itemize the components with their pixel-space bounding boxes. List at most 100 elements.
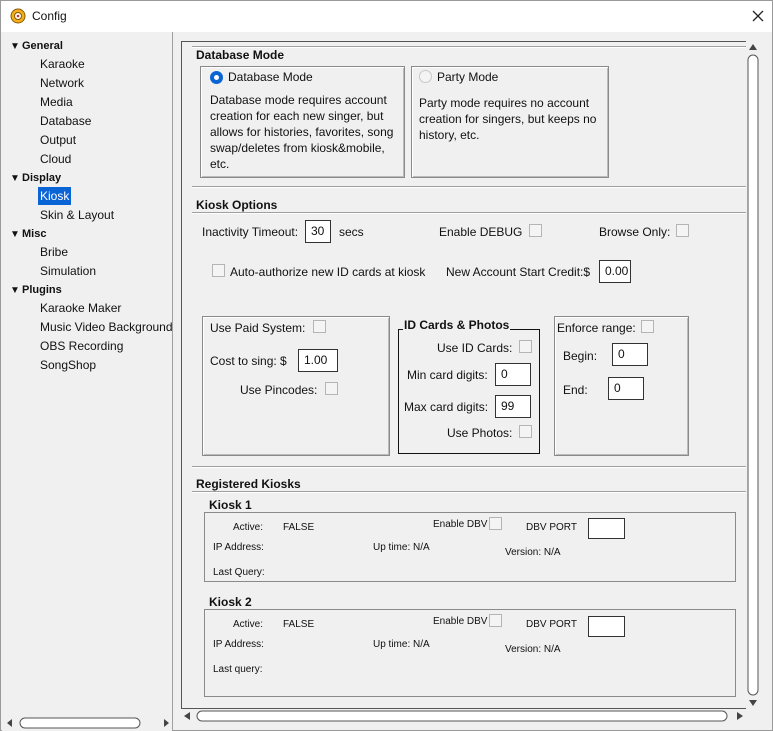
use-photos-checkbox[interactable] [519,425,532,438]
enable-dbv-checkbox[interactable] [489,517,502,530]
sidebar-item-cloud[interactable]: Cloud [38,150,73,168]
range-begin-input[interactable]: 0 [612,343,648,366]
enable-dbv-checkbox[interactable] [489,614,502,627]
min-card-digits-label: Min card digits: [407,368,488,382]
divider [192,46,757,48]
ip-address-label: IP Address: [213,639,264,650]
divider [192,186,757,188]
min-card-digits-input[interactable]: 0 [495,363,531,386]
enable-dbv-label: Enable DBV [433,519,488,530]
use-id-cards-checkbox[interactable] [519,340,532,353]
title-bar: Config [1,1,772,32]
last-query-label: Last query: [213,664,263,675]
kiosk-options-title: Kiosk Options [196,198,278,212]
sidebar-item-karaoke[interactable]: Karaoke [38,55,87,73]
window-title: Config [32,9,67,23]
sidebar-item-songshop[interactable]: SongShop [38,356,98,374]
start-credit-input[interactable]: 0.00 [599,260,631,283]
kiosk-1-panel: Active: FALSE Enable DBV DBV PORT IP Add… [204,512,736,582]
use-paid-system-checkbox[interactable] [313,320,326,333]
last-query-label: Last Query: [213,567,265,578]
divider [192,491,757,493]
cost-to-sing-input[interactable]: 1.00 [298,349,338,372]
id-cards-group: Use ID Cards: Min card digits: 0 Max car… [398,329,540,454]
range-begin-label: Begin: [563,349,598,363]
sidebar-horizontal-scrollbar[interactable] [5,716,171,730]
settings-tree[interactable]: ▼ General Karaoke Network Media Database … [2,32,172,712]
enable-debug-checkbox[interactable] [529,224,542,237]
version-label: Version: N/A [505,644,561,655]
sidebar-item-database[interactable]: Database [38,112,93,130]
browse-only-label: Browse Only: [599,225,671,239]
sidebar-item-bribe[interactable]: Bribe [38,243,70,261]
kiosk-2-panel: Active: FALSE Enable DBV DBV PORT IP Add… [204,609,736,697]
enable-debug-label: Enable DEBUG [439,225,523,239]
cost-to-sing-label: Cost to sing: $ [210,354,287,368]
sidebar-item-output[interactable]: Output [38,131,78,149]
sidebar-item-music-video-background[interactable]: Music Video Background [38,318,172,336]
sidebar-item-media[interactable]: Media [38,93,75,111]
content-horizontal-scrollbar[interactable] [181,709,746,723]
database-mode-description: Database mode requires account creation … [210,93,394,171]
sidebar-item-simulation[interactable]: Simulation [38,262,98,280]
party-mode-option[interactable]: Party Mode Party mode requires no accoun… [411,66,609,178]
kiosk-active-value: FALSE [283,522,315,533]
database-mode-label[interactable]: Database Mode [228,70,313,84]
auto-authorize-label: Auto-authorize new ID cards at kiosk [230,265,426,279]
divider [192,466,757,468]
range-end-label: End: [563,383,588,397]
kiosk-active-value: FALSE [283,619,315,630]
sidebar-item-kiosk[interactable]: Kiosk [38,187,72,205]
app-logo-icon [10,8,26,24]
auto-authorize-checkbox[interactable] [212,264,225,277]
database-mode-option[interactable]: Database Mode Database mode requires acc… [200,66,405,178]
dbv-port-label: DBV PORT [526,619,577,630]
kiosk-2-title: Kiosk 2 [209,595,252,609]
uptime-label: Up time: N/A [373,542,430,553]
sidebar: ▼ General Karaoke Network Media Database … [2,32,173,731]
category-label: General [22,40,63,52]
start-credit-label: New Account Start Credit:$ [446,265,591,279]
database-mode-title: Database Mode [196,48,285,62]
inactivity-timeout-input[interactable]: 30 [305,220,331,243]
tree-category-misc[interactable]: ▼ Misc [10,225,46,243]
id-cards-photos-title: ID Cards & Photos [403,318,511,332]
uptime-label: Up time: N/A [373,639,430,650]
sidebar-item-obs-recording[interactable]: OBS Recording [38,337,125,355]
sidebar-item-network[interactable]: Network [38,74,86,92]
use-paid-system-label: Use Paid System: [210,321,306,335]
tree-category-plugins[interactable]: ▼ Plugins [10,281,62,299]
enable-dbv-label: Enable DBV [433,616,488,627]
sidebar-item-skin-layout[interactable]: Skin & Layout [38,206,116,224]
close-icon[interactable] [744,3,772,29]
browse-only-checkbox[interactable] [676,224,689,237]
expand-arrow-icon[interactable]: ▼ [10,282,22,300]
range-end-input[interactable]: 0 [608,377,644,400]
kiosk-settings-panel: Database Mode Database Mode Database mod… [181,41,758,709]
kiosk-active-label: Active: [233,619,264,630]
max-card-digits-input[interactable]: 99 [495,395,531,418]
dbv-port-input[interactable] [588,518,625,539]
paid-system-group: Use Paid System: Cost to sing: $ 1.00 Us… [202,316,390,456]
expand-arrow-icon[interactable]: ▼ [10,38,22,56]
party-mode-radio[interactable] [419,70,432,83]
max-card-digits-label: Max card digits: [404,400,489,414]
ip-address-label: IP Address: [213,542,264,553]
party-mode-label[interactable]: Party Mode [437,70,498,84]
category-label: Display [22,172,62,184]
sidebar-item-karaoke-maker[interactable]: Karaoke Maker [38,299,123,317]
expand-arrow-icon[interactable]: ▼ [10,226,22,244]
use-pincodes-checkbox[interactable] [325,382,338,395]
database-mode-radio[interactable] [210,71,223,84]
version-label: Version: N/A [505,547,561,558]
enforce-range-group: Enforce range: Begin: 0 End: 0 [554,316,689,456]
expand-arrow-icon[interactable]: ▼ [10,170,22,188]
kiosk-1-title: Kiosk 1 [209,498,252,512]
dbv-port-input[interactable] [588,616,625,637]
party-mode-description: Party mode requires no account creation … [419,96,597,142]
tree-category-display[interactable]: ▼ Display [10,169,61,187]
content-vertical-scrollbar[interactable] [746,41,760,709]
tree-category-general[interactable]: ▼ General [10,37,63,55]
divider [192,212,757,214]
enforce-range-checkbox[interactable] [641,320,654,333]
